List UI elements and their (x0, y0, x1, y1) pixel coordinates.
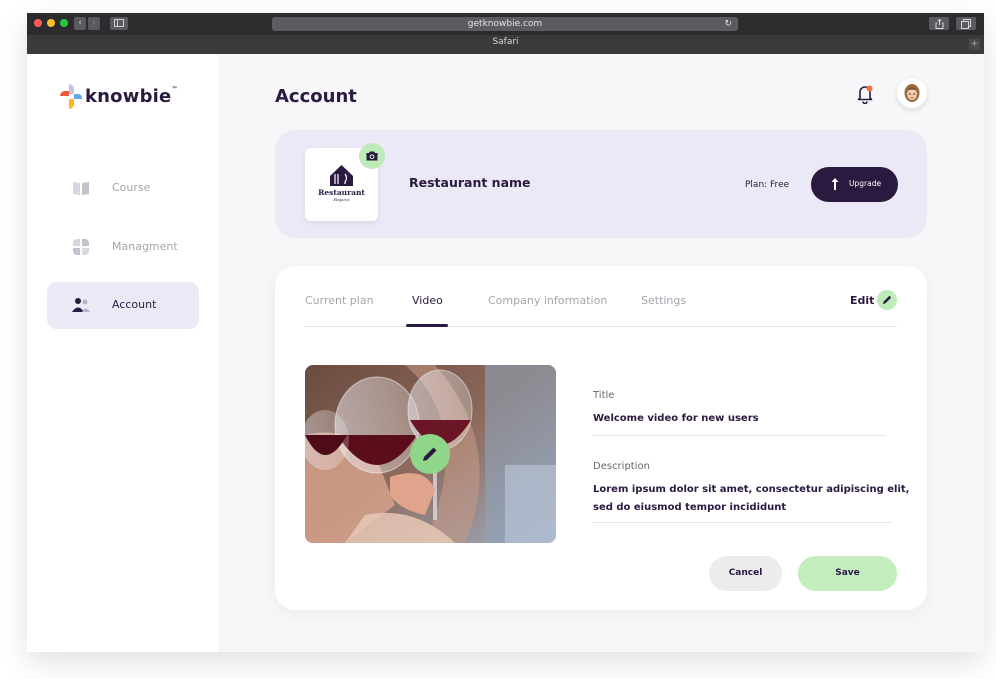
forward-button[interactable]: › (88, 17, 100, 30)
restaurant-profile-card: Restaurant Elegance Restaurant name Plan… (275, 130, 927, 238)
title-field[interactable]: Welcome video for new users (593, 410, 759, 427)
main-content: Account Restaurant Elegance Restaurant n… (218, 54, 984, 652)
grid-icon (73, 239, 89, 255)
sidebar-toggle-button[interactable] (110, 17, 128, 30)
arrow-up-icon (831, 178, 839, 190)
title-divider (593, 435, 886, 436)
address-text: getknowbie.com (467, 19, 543, 29)
restaurant-name: Restaurant name (409, 175, 531, 190)
address-bar[interactable]: getknowbie.com ↻ (272, 17, 738, 31)
edit-video-button[interactable] (410, 434, 450, 474)
title-label: Title (593, 390, 615, 401)
description-line-2[interactable]: sed do eiusmod tempor incididunt (593, 499, 786, 516)
change-logo-button[interactable] (359, 143, 385, 169)
forward-icon: › (92, 18, 96, 28)
tab-company-information[interactable]: Company information (488, 294, 607, 307)
plan-status: Plan: Free (745, 180, 790, 190)
sidebar: knowbie™ Course Managment Account (27, 54, 218, 652)
brand-name: knowbie™ (85, 86, 178, 107)
settings-panel: Current plan Video Company information S… (275, 266, 927, 610)
video-thumbnail[interactable] (305, 365, 556, 543)
minimize-window-button[interactable] (47, 19, 55, 27)
tabs-overview-button[interactable] (956, 17, 976, 30)
description-divider (593, 522, 892, 523)
sidebar-toggle-icon (114, 19, 124, 27)
upgrade-button[interactable]: Upgrade (811, 167, 898, 202)
pencil-icon (423, 447, 437, 461)
description-line-1[interactable]: Lorem ipsum dolor sit amet, consectetur … (593, 481, 909, 498)
close-window-button[interactable] (34, 19, 42, 27)
cancel-button[interactable]: Cancel (709, 556, 782, 591)
sidebar-item-label: Course (112, 181, 151, 194)
share-icon (935, 18, 943, 29)
sidebar-item-label: Account (112, 298, 157, 311)
tab-settings[interactable]: Settings (641, 294, 686, 307)
browser-chrome: ‹ › getknowbie.com ↻ Safari + (27, 13, 984, 54)
edit-label[interactable]: Edit (850, 294, 874, 307)
sidebar-item-course[interactable]: Course (47, 165, 199, 212)
pencil-icon (883, 295, 892, 304)
description-label: Description (593, 461, 650, 472)
knowbie-logo-icon (60, 84, 82, 109)
zoom-window-button[interactable] (60, 19, 68, 27)
back-button[interactable]: ‹ (74, 17, 86, 30)
camera-icon (366, 151, 378, 161)
browser-tab-title[interactable]: Safari (27, 37, 984, 47)
brand-name-text: knowbie (85, 86, 172, 107)
browser-window: ‹ › getknowbie.com ↻ Safari + knowbie™ C… (27, 13, 984, 652)
notification-bell-icon[interactable] (856, 84, 874, 104)
active-tab-indicator (406, 324, 448, 327)
sidebar-item-label: Managment (112, 240, 178, 253)
tab-video[interactable]: Video (412, 294, 443, 307)
save-button[interactable]: Save (798, 556, 897, 591)
avatar-image (904, 84, 920, 102)
users-icon (72, 298, 90, 312)
reload-icon[interactable]: ↻ (724, 17, 732, 31)
sidebar-item-managment[interactable]: Managment (47, 224, 199, 271)
new-tab-button[interactable]: + (969, 39, 980, 50)
trademark-symbol: ™ (171, 86, 178, 93)
page-title: Account (275, 86, 357, 107)
back-icon: ‹ (78, 18, 82, 28)
tabs-icon (961, 19, 971, 29)
book-icon (73, 182, 89, 195)
restaurant-logo-subtext: Elegance (332, 198, 349, 202)
edit-button[interactable] (877, 290, 897, 310)
sidebar-item-account[interactable]: Account (47, 282, 199, 329)
share-button[interactable] (929, 17, 949, 30)
user-avatar[interactable] (897, 78, 927, 108)
upgrade-label: Upgrade (849, 179, 882, 188)
tab-current-plan[interactable]: Current plan (305, 294, 374, 307)
tab-bar: Current plan Video Company information S… (305, 290, 897, 327)
restaurant-logo-text: Restaurant (318, 188, 365, 197)
